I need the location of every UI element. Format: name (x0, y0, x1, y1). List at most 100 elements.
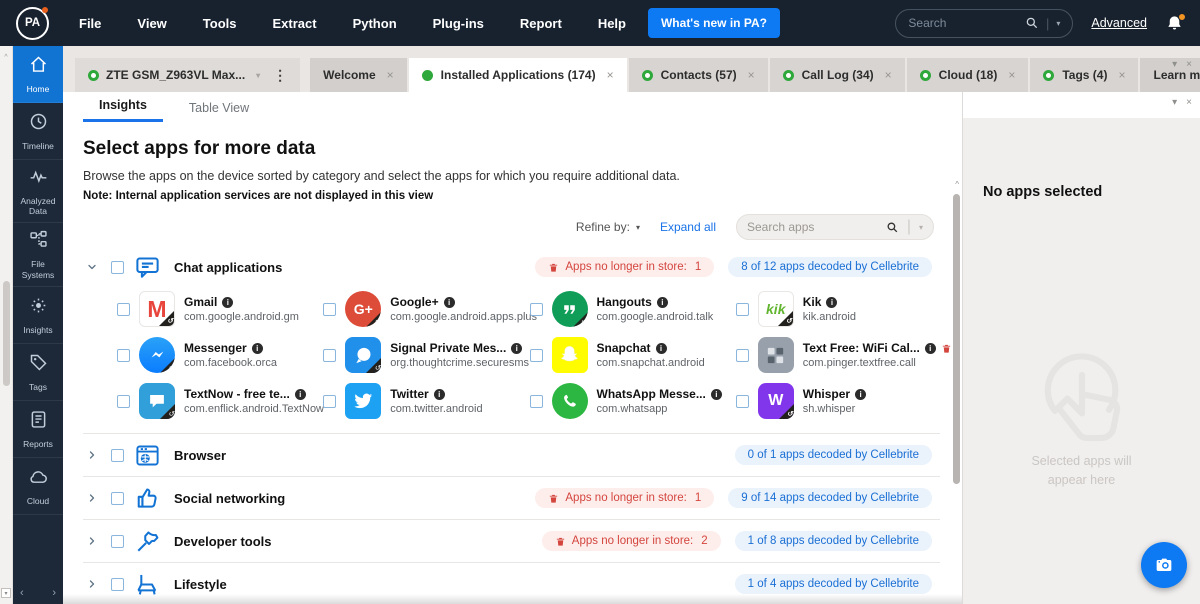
category-checkbox[interactable] (111, 448, 124, 462)
info-icon[interactable]: i (294, 388, 306, 400)
category-status: Apps no longer in store: 1 9 of 14 apps de… (535, 488, 932, 508)
sidebar-item-home[interactable]: Home (13, 46, 63, 103)
tab-cloud-18[interactable]: Cloud (18) × (906, 58, 1029, 92)
sidebar-item-file-systems[interactable]: File Systems (13, 223, 63, 287)
tab-installed-applications-174[interactable]: Installed Applications (174) × (408, 58, 627, 92)
info-icon[interactable]: i (855, 388, 867, 400)
collapse-panel-icon[interactable]: ▾ (1172, 97, 1177, 108)
subtab-insights[interactable]: Insights (83, 92, 163, 122)
expand-all-link[interactable]: Expand all (660, 220, 716, 234)
app-checkbox[interactable] (529, 302, 543, 316)
app-name: Whisper (802, 387, 851, 401)
app-tile-signal-private-mes: ↺ Signal Private Mes... i org.thoughtcrime.… (323, 337, 529, 373)
category-status: 1 of 4 apps decoded by Cellebrite (734, 574, 932, 594)
sidebar-item-cloud[interactable]: Cloud (13, 458, 63, 515)
tab-dropdown-caret[interactable]: ▾ (256, 71, 260, 80)
edge-scrollbar-thumb[interactable] (3, 281, 10, 386)
page-title: Select apps for more data (83, 138, 316, 159)
chevron-down-icon[interactable] (83, 261, 101, 273)
tab-close-icon[interactable]: × (748, 68, 755, 82)
apps-search-input[interactable] (747, 220, 878, 234)
sidebar-prev-icon[interactable]: ‹ (20, 587, 24, 599)
tab-close-icon[interactable]: × (885, 68, 892, 82)
info-icon[interactable]: i (433, 388, 445, 400)
sidebar-item-insights[interactable]: Insights (13, 287, 63, 344)
app-checkbox[interactable] (117, 348, 130, 362)
info-icon[interactable]: i (443, 296, 455, 308)
reports-icon (28, 409, 49, 435)
messenger-app-icon: ↺ (139, 337, 175, 373)
category-checkbox[interactable] (111, 577, 124, 591)
tab-device-extraction[interactable]: ZTE GSM_Z963VL Max... ▾ ⋮ (75, 58, 301, 92)
sidebar-item-timeline[interactable]: Timeline (13, 103, 63, 160)
category-checkbox[interactable] (111, 260, 124, 274)
scroll-up-icon[interactable]: ^ (955, 180, 959, 189)
tab-close-icon[interactable]: × (387, 68, 394, 82)
menu-plug-ins[interactable]: Plug-ins (433, 16, 484, 31)
tab-call-log-34[interactable]: Call Log (34) × (769, 58, 905, 92)
app-checkbox[interactable] (735, 302, 749, 316)
info-icon[interactable]: i (251, 342, 263, 354)
app-tile-google: G+ ↺ Google+ i com.google.android.apps.plus (323, 291, 537, 327)
app-checkbox[interactable] (529, 348, 543, 362)
collapse-panel-icon[interactable]: ▾ (1172, 59, 1177, 70)
menu-tools[interactable]: Tools (203, 16, 237, 31)
sidebar-item-tags[interactable]: Tags (13, 344, 63, 401)
tab-welcome[interactable]: Welcome × (310, 58, 407, 92)
menu-help[interactable]: Help (598, 16, 626, 31)
chevron-right-icon[interactable] (83, 578, 101, 590)
edge-scroll-up-icon[interactable]: ^ (0, 54, 12, 61)
edge-bottom-toggle[interactable]: ▾ (1, 588, 11, 598)
pa-logo[interactable]: PA (16, 6, 49, 40)
advanced-search-link[interactable]: Advanced (1091, 16, 1147, 30)
search-icon[interactable] (1025, 16, 1039, 30)
notifications-bell-icon[interactable] (1165, 12, 1186, 33)
close-panel-icon[interactable]: × (1186, 97, 1192, 108)
screenshot-camera-button[interactable] (1141, 542, 1187, 588)
category-checkbox[interactable] (111, 534, 124, 548)
search-icon[interactable] (886, 221, 899, 234)
app-checkbox[interactable] (117, 302, 130, 316)
info-icon[interactable]: i (710, 388, 722, 400)
tab-close-icon[interactable]: × (607, 68, 614, 82)
sidebar-item-label: File Systems (21, 259, 55, 280)
tab-close-icon[interactable]: × (1008, 68, 1015, 82)
app-checkbox[interactable] (323, 302, 337, 316)
search-dropdown-caret[interactable]: ▾ (1056, 19, 1060, 28)
sidebar-item-analyzed-data[interactable]: Analyzed Data (13, 160, 63, 224)
menu-python[interactable]: Python (353, 16, 397, 31)
menu-report[interactable]: Report (520, 16, 562, 31)
chevron-right-icon[interactable] (83, 449, 101, 461)
global-search-input[interactable] (908, 16, 1018, 30)
info-icon[interactable]: i (655, 342, 667, 354)
info-icon[interactable]: i (656, 296, 668, 308)
refine-by-dropdown[interactable]: Refine by: ▾ (576, 220, 640, 234)
app-checkbox[interactable] (529, 394, 543, 408)
search-dropdown-caret[interactable]: ▾ (919, 223, 923, 232)
tab-close-icon[interactable]: × (1118, 68, 1125, 82)
tab-contacts-57[interactable]: Contacts (57) × (628, 58, 768, 92)
menu-extract[interactable]: Extract (273, 16, 317, 31)
info-icon[interactable]: i (511, 342, 523, 354)
app-checkbox[interactable] (117, 394, 130, 408)
info-icon[interactable]: i (222, 296, 234, 308)
chevron-right-icon[interactable] (83, 492, 101, 504)
tab-tags-4[interactable]: Tags (4) × (1030, 58, 1139, 92)
info-icon[interactable]: i (924, 342, 936, 354)
close-panel-icon[interactable]: × (1186, 59, 1192, 70)
main-scrollbar-thumb[interactable] (953, 194, 960, 484)
whats-new-button[interactable]: What's new in PA? (647, 8, 780, 38)
app-checkbox[interactable] (323, 348, 337, 362)
sidebar-next-icon[interactable]: › (52, 587, 56, 599)
app-checkbox[interactable] (735, 348, 749, 362)
sidebar-item-reports[interactable]: Reports (13, 401, 63, 458)
info-icon[interactable]: i (826, 296, 838, 308)
menu-file[interactable]: File (79, 16, 101, 31)
tab-kebab-menu-icon[interactable]: ⋮ (273, 67, 287, 84)
app-checkbox[interactable] (323, 394, 337, 408)
chevron-right-icon[interactable] (83, 535, 101, 547)
subtab-table-view[interactable]: Table View (173, 95, 265, 122)
app-checkbox[interactable] (735, 394, 749, 408)
category-checkbox[interactable] (111, 491, 124, 505)
menu-view[interactable]: View (137, 16, 166, 31)
